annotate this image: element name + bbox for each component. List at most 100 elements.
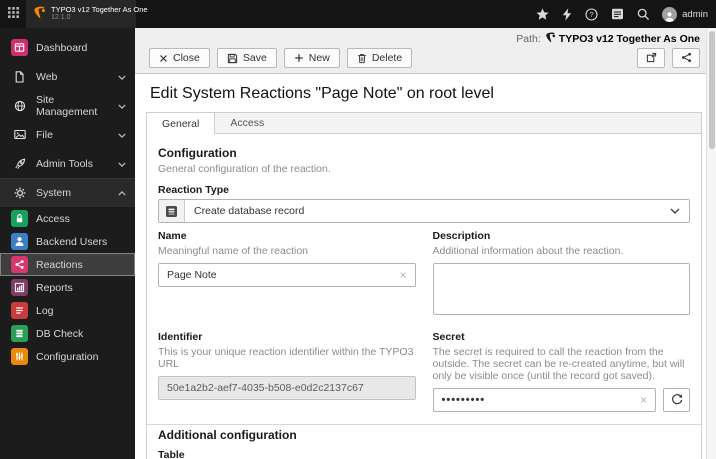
tab-panel-general: Configuration General configuration of t… [147,134,701,459]
name-value: Page Note [167,269,217,281]
secret-label: Secret [432,331,465,343]
sidebar-item-admin-tools[interactable]: Admin Tools [0,149,135,178]
image-icon [11,126,28,143]
save-icon [227,53,238,64]
sidebar-item-backend-users[interactable]: Backend Users [0,230,135,253]
rocket-icon [11,155,28,172]
chevron-down-icon [118,158,126,170]
svg-text:?: ? [590,10,594,19]
secret-input[interactable]: ••••••••• × [432,388,656,412]
sidebar-item-label: File [36,128,53,141]
share-nodes-icon [11,256,28,273]
sidebar-item-configuration[interactable]: Configuration [0,345,135,368]
chevron-down-icon [670,208,689,214]
lock-icon [11,210,28,227]
name-description: Meaningful name of the reaction [158,245,309,257]
globe-icon [11,97,28,114]
docheader: Path: TYPO3 v12 Together As One Close Sa… [135,28,716,74]
typo3-logo-icon [33,6,46,22]
topbar: TYPO3 v12 Together As One 12.1.0 ? admin [0,0,716,28]
clear-icon[interactable]: × [640,393,647,407]
database-icon [11,325,28,342]
sidebar-item-db-check[interactable]: DB Check [0,322,135,345]
module-body: Edit System Reactions "Page Note" on roo… [135,74,716,459]
delete-button[interactable]: Delete [346,48,413,68]
chevron-up-icon [118,187,126,199]
path-label: Path: [516,32,541,45]
section-divider [147,424,701,425]
sidebar-item-file[interactable]: File [0,120,135,149]
avatar [662,6,678,22]
typo3-logo-icon [545,32,556,46]
dashboard-icon [11,39,28,56]
share-button[interactable] [672,48,700,68]
sidebar-item-web[interactable]: Web [0,62,135,91]
trash-icon [357,53,367,64]
vertical-scrollbar[interactable] [706,28,716,459]
sidebar-item-label: Backend Users [36,235,108,248]
grid-icon [7,7,19,21]
user-icon [11,233,28,250]
sidebar-item-dashboard[interactable]: Dashboard [0,33,135,62]
reaction-type-label: Reaction Type [158,184,229,196]
table-label: Table [158,449,185,459]
sidebar-item-label: Reactions [36,258,83,271]
share-icon [681,51,692,66]
tab-general[interactable]: General [147,113,216,134]
description-label: Description [432,230,491,242]
scrollbar-thumb[interactable] [709,31,715,149]
search-icon[interactable] [637,8,650,21]
sidebar-item-log[interactable]: Log [0,299,135,322]
chevron-down-icon [118,129,126,141]
path-value: TYPO3 v12 Together As One [545,32,700,46]
regenerate-secret-button[interactable] [663,388,690,412]
section-heading-configuration: Configuration [158,146,237,160]
sidebar-item-label: Configuration [36,350,99,363]
description-textarea[interactable] [432,263,690,315]
list-icon [11,302,28,319]
help-icon[interactable]: ? [585,7,598,21]
sidebar-item-access[interactable]: Access [0,207,135,230]
view-webpage-button[interactable] [637,48,665,68]
brand-area[interactable]: TYPO3 v12 Together As One 12.1.0 [26,0,148,28]
sidebar-item-system[interactable]: System [0,178,135,207]
identifier-label: Identifier [158,331,203,343]
database-record-icon [159,200,185,222]
secret-description: The secret is required to call the react… [432,346,685,382]
system-information-icon[interactable] [611,8,624,20]
tab-access[interactable]: Access [215,113,279,133]
chevron-down-icon [118,71,126,83]
reaction-type-select[interactable]: Create database record [158,199,690,223]
sidebar-item-label: Web [36,70,58,83]
sidebar-item-label: Reports [36,281,73,294]
tabbar: General Access [147,113,701,134]
new-button[interactable]: New [283,48,340,68]
sidebar-item-reports[interactable]: Reports [0,276,135,299]
content-area: Path: TYPO3 v12 Together As One Close Sa… [135,28,716,459]
reaction-type-value: Create database record [194,205,305,217]
save-button[interactable]: Save [216,48,277,68]
user-menu[interactable]: admin [662,0,716,28]
sidebar-item-label: Admin Tools [36,157,94,170]
identifier-description: This is your unique reaction identifier … [158,346,414,370]
clear-icon[interactable]: × [399,268,406,282]
plus-icon [294,53,304,63]
clear-cache-bolt-icon[interactable] [562,7,572,21]
description-description: Additional information about the reactio… [432,245,624,257]
name-label: Name [158,230,187,242]
sidebar-item-label: Dashboard [36,41,88,54]
section-heading-additional: Additional configuration [158,428,297,442]
sidebar-item-label: Log [36,304,54,317]
name-input[interactable]: Page Note × [158,263,416,287]
module-menu-toggle-button[interactable] [0,0,26,28]
section-description: General configuration of the reaction. [158,163,331,175]
sidebar-item-reactions[interactable]: Reactions [0,253,135,276]
sidebar-item-site-management[interactable]: Site Management [0,91,135,120]
chart-icon [11,279,28,296]
bookmarks-star-icon[interactable] [536,7,549,21]
identifier-value: 50e1a2b2-aef7-4035-b508-e0d2c2137c67 [167,382,364,394]
module-menu-sidebar: Dashboard Web Site Management File Admin… [0,28,135,459]
close-button[interactable]: Close [149,48,210,68]
sliders-icon [11,348,28,365]
